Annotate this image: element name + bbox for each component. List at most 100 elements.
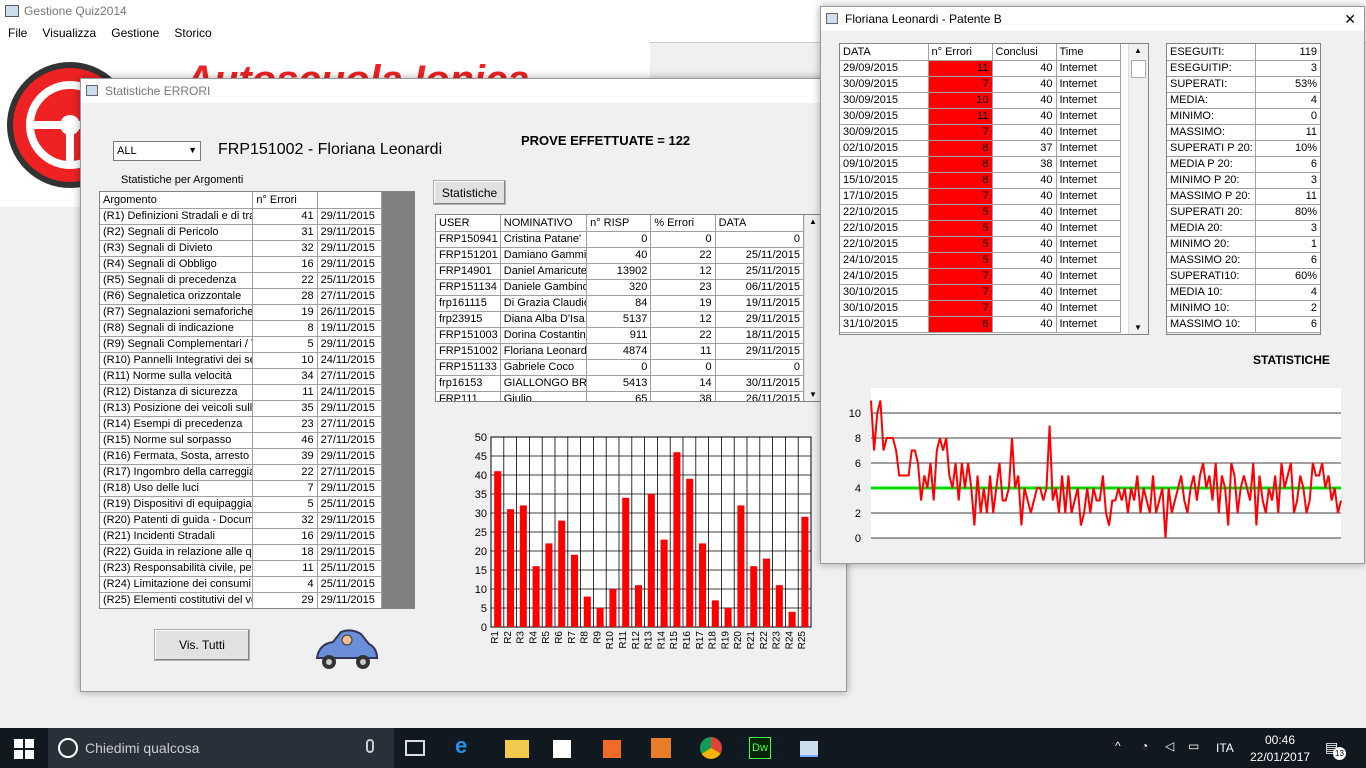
- table-row[interactable]: (R6) Segnaletica orizzontale 28 27/11/2015: [100, 288, 383, 305]
- table-row[interactable]: (R19) Dispositivi di equipaggian 5 25/11/2…: [100, 496, 383, 513]
- table-row[interactable]: 30/09/2015 10 40 Internet: [840, 92, 1121, 109]
- dreamweaver-icon[interactable]: Dw: [749, 737, 771, 759]
- scroll-up-icon[interactable]: ▲: [809, 217, 817, 226]
- table-row[interactable]: (R5) Segnali di precedenza 22 25/11/2015: [100, 272, 383, 289]
- network-icon[interactable]: ◔: [1141, 739, 1148, 753]
- users-grid[interactable]: USER NOMINATIVO n° RISP% Errori DATA FRP1509…: [435, 214, 823, 402]
- statistiche-button[interactable]: Statistiche: [433, 180, 506, 205]
- language-indicator[interactable]: ITA: [1216, 741, 1234, 755]
- table-row[interactable]: 30/10/2015 7 40 Internet: [840, 300, 1121, 317]
- table-row[interactable]: SUPERATI P 20: 10%: [1167, 140, 1320, 157]
- table-row[interactable]: SUPERATI 20: 80%: [1167, 204, 1320, 221]
- column-header[interactable]: DATA: [715, 215, 805, 232]
- patente-titlebar[interactable]: Floriana Leonardi - Patente B ✕: [821, 7, 1364, 31]
- column-header[interactable]: Conclusi: [992, 44, 1057, 61]
- media-player-icon[interactable]: [603, 740, 621, 758]
- battery-icon[interactable]: ▭: [1188, 739, 1199, 753]
- patente-grid[interactable]: DATA n° Errori Conclusi Time 29/09/2015 11 40 I…: [839, 43, 1149, 335]
- table-row[interactable]: FRP150941 Cristina Patane' 0 0 0: [436, 231, 805, 248]
- column-header[interactable]: Time: [1056, 44, 1121, 61]
- table-row[interactable]: (R7) Segnalazioni semaforiche 19 26/11/201…: [100, 304, 383, 321]
- table-row[interactable]: 17/10/2015 7 40 Internet: [840, 188, 1121, 205]
- table-row[interactable]: (R13) Posizione dei veicoli sulla 35 29/11…: [100, 400, 383, 417]
- args-grid[interactable]: Argomento n° Errori (R1) Definizioni Strad…: [99, 191, 415, 609]
- table-row[interactable]: (R4) Segnali di Obbligo 16 29/11/2015: [100, 256, 383, 273]
- table-row[interactable]: MINIMO 10: 2: [1167, 300, 1320, 317]
- table-row[interactable]: (R23) Responsabilità civile, per 11 25/11/…: [100, 560, 383, 577]
- table-row[interactable]: (R21) Incidenti Stradali 16 29/11/2015: [100, 528, 383, 545]
- table-row[interactable]: (R14) Esempi di precedenza 23 27/11/2015: [100, 416, 383, 433]
- table-row[interactable]: MEDIA P 20: 6: [1167, 156, 1320, 173]
- volume-icon[interactable]: ◁: [1165, 739, 1174, 753]
- table-row[interactable]: (R9) Segnali Complementari / T 5 29/11/201…: [100, 336, 383, 353]
- table-row[interactable]: MASSIMO 10: 6: [1167, 316, 1320, 333]
- table-row[interactable]: (R11) Norme sulla velocità 34 27/11/2015: [100, 368, 383, 385]
- table-row[interactable]: 22/10/2015 5 40 Internet: [840, 204, 1121, 221]
- search-box[interactable]: Chiedimi qualcosa: [48, 728, 394, 768]
- table-row[interactable]: SUPERATI10: 60%: [1167, 268, 1320, 285]
- chevron-up-icon[interactable]: ^: [1115, 739, 1121, 753]
- menu-visualizza[interactable]: Visualizza: [42, 26, 96, 40]
- table-row[interactable]: 30/10/2015 7 40 Internet: [840, 284, 1121, 301]
- table-row[interactable]: 15/10/2015 8 40 Internet: [840, 172, 1121, 189]
- table-row[interactable]: MEDIA 10: 4: [1167, 284, 1320, 301]
- scroll-down-icon[interactable]: ▼: [1134, 323, 1142, 332]
- clock-date[interactable]: 22/01/2017: [1250, 750, 1310, 764]
- column-header[interactable]: Argomento: [100, 192, 254, 209]
- table-row[interactable]: FRP14901 Daniel Amaricute 13902 12 25/11/201…: [436, 263, 805, 280]
- table-row[interactable]: FRP151201 Damiano Gammir 40 22 25/11/2015: [436, 247, 805, 264]
- filter-select[interactable]: ALL ▼: [113, 141, 201, 161]
- table-row[interactable]: 30/09/2015 7 40 Internet: [840, 124, 1121, 141]
- table-row[interactable]: FRP151003 Dorina Costantin 911 22 18/11/2015: [436, 327, 805, 344]
- file-explorer-icon[interactable]: [505, 740, 529, 758]
- table-row[interactable]: MEDIA 20: 3: [1167, 220, 1320, 237]
- menu-gestione[interactable]: Gestione: [111, 26, 159, 40]
- table-row[interactable]: MINIMO 20: 1: [1167, 236, 1320, 253]
- table-row[interactable]: (R16) Fermata, Sosta, arresto 39 29/11/201…: [100, 448, 383, 465]
- table-row[interactable]: FRP151133 Gabriele Coco 0 0 0: [436, 359, 805, 376]
- table-row[interactable]: MASSIMO: 11: [1167, 124, 1320, 141]
- table-row[interactable]: 22/10/2015 5 40 Internet: [840, 236, 1121, 253]
- table-row[interactable]: (R20) Patenti di guida - Docum 32 29/11/20…: [100, 512, 383, 529]
- close-icon[interactable]: ✕: [1344, 7, 1356, 31]
- patente-scrollbar[interactable]: ▲ ▼: [1128, 44, 1148, 334]
- scroll-up-icon[interactable]: ▲: [1134, 46, 1142, 55]
- table-row[interactable]: frp23915 Diana Alba D'Isa 5137 12 29/11/2015: [436, 311, 805, 328]
- menu-storico[interactable]: Storico: [174, 26, 211, 40]
- table-row[interactable]: MASSIMO P 20: 11: [1167, 188, 1320, 205]
- store-icon[interactable]: [553, 740, 571, 758]
- table-row[interactable]: SUPERATI: 53%: [1167, 76, 1320, 93]
- vis-tutti-button[interactable]: Vis. Tutti: [154, 629, 250, 661]
- table-row[interactable]: 31/10/2015 6 40 Internet: [840, 316, 1121, 333]
- table-row[interactable]: 30/09/2015 7 40 Internet: [840, 76, 1121, 93]
- quiz-app-icon[interactable]: [800, 741, 818, 757]
- table-row[interactable]: MINIMO P 20: 3: [1167, 172, 1320, 189]
- table-row[interactable]: MINIMO: 0: [1167, 108, 1320, 125]
- table-row[interactable]: (R12) Distanza di sicurezza 11 24/11/2015: [100, 384, 383, 401]
- microphone-icon[interactable]: [366, 739, 374, 753]
- column-header[interactable]: [317, 192, 383, 209]
- table-row[interactable]: (R2) Segnali di Pericolo 31 29/11/2015: [100, 224, 383, 241]
- menu-file[interactable]: File: [8, 26, 27, 40]
- chrome-icon[interactable]: [700, 737, 722, 759]
- table-row[interactable]: 09/10/2015 8 38 Internet: [840, 156, 1121, 173]
- column-header[interactable]: USER: [436, 215, 501, 232]
- table-row[interactable]: 24/10/2015 7 40 Internet: [840, 268, 1121, 285]
- table-row[interactable]: 29/09/2015 11 40 Internet: [840, 60, 1121, 77]
- table-row[interactable]: (R8) Segnali di indicazione 8 19/11/2015: [100, 320, 383, 337]
- table-row[interactable]: 02/10/2015 8 37 Internet: [840, 140, 1121, 157]
- scroll-thumb[interactable]: [1131, 60, 1146, 78]
- table-row[interactable]: MEDIA: 4: [1167, 92, 1320, 109]
- table-row[interactable]: (R22) Guida in relazione alle qu 18 29/11/…: [100, 544, 383, 561]
- table-row[interactable]: (R17) Ingombro della carreggiat 22 27/11/2…: [100, 464, 383, 481]
- column-header[interactable]: NOMINATIVO: [500, 215, 588, 232]
- clock-time[interactable]: 00:46: [1265, 733, 1295, 747]
- table-row[interactable]: (R1) Definizioni Stradali e di traf 41 29/…: [100, 208, 383, 225]
- table-row[interactable]: 22/10/2015 5 40 Internet: [840, 220, 1121, 237]
- table-row[interactable]: (R18) Uso delle luci 7 29/11/2015: [100, 480, 383, 497]
- table-row[interactable]: (R3) Segnali di Divieto 32 29/11/2015: [100, 240, 383, 257]
- table-row[interactable]: FRP151134 Daniele Gambino 320 23 06/11/2015: [436, 279, 805, 296]
- table-row[interactable]: frp16153 GIALLONGO BR 5413 14 30/11/2015: [436, 375, 805, 392]
- column-header[interactable]: n° Errori: [928, 44, 993, 61]
- column-header[interactable]: n° RISP: [586, 215, 652, 232]
